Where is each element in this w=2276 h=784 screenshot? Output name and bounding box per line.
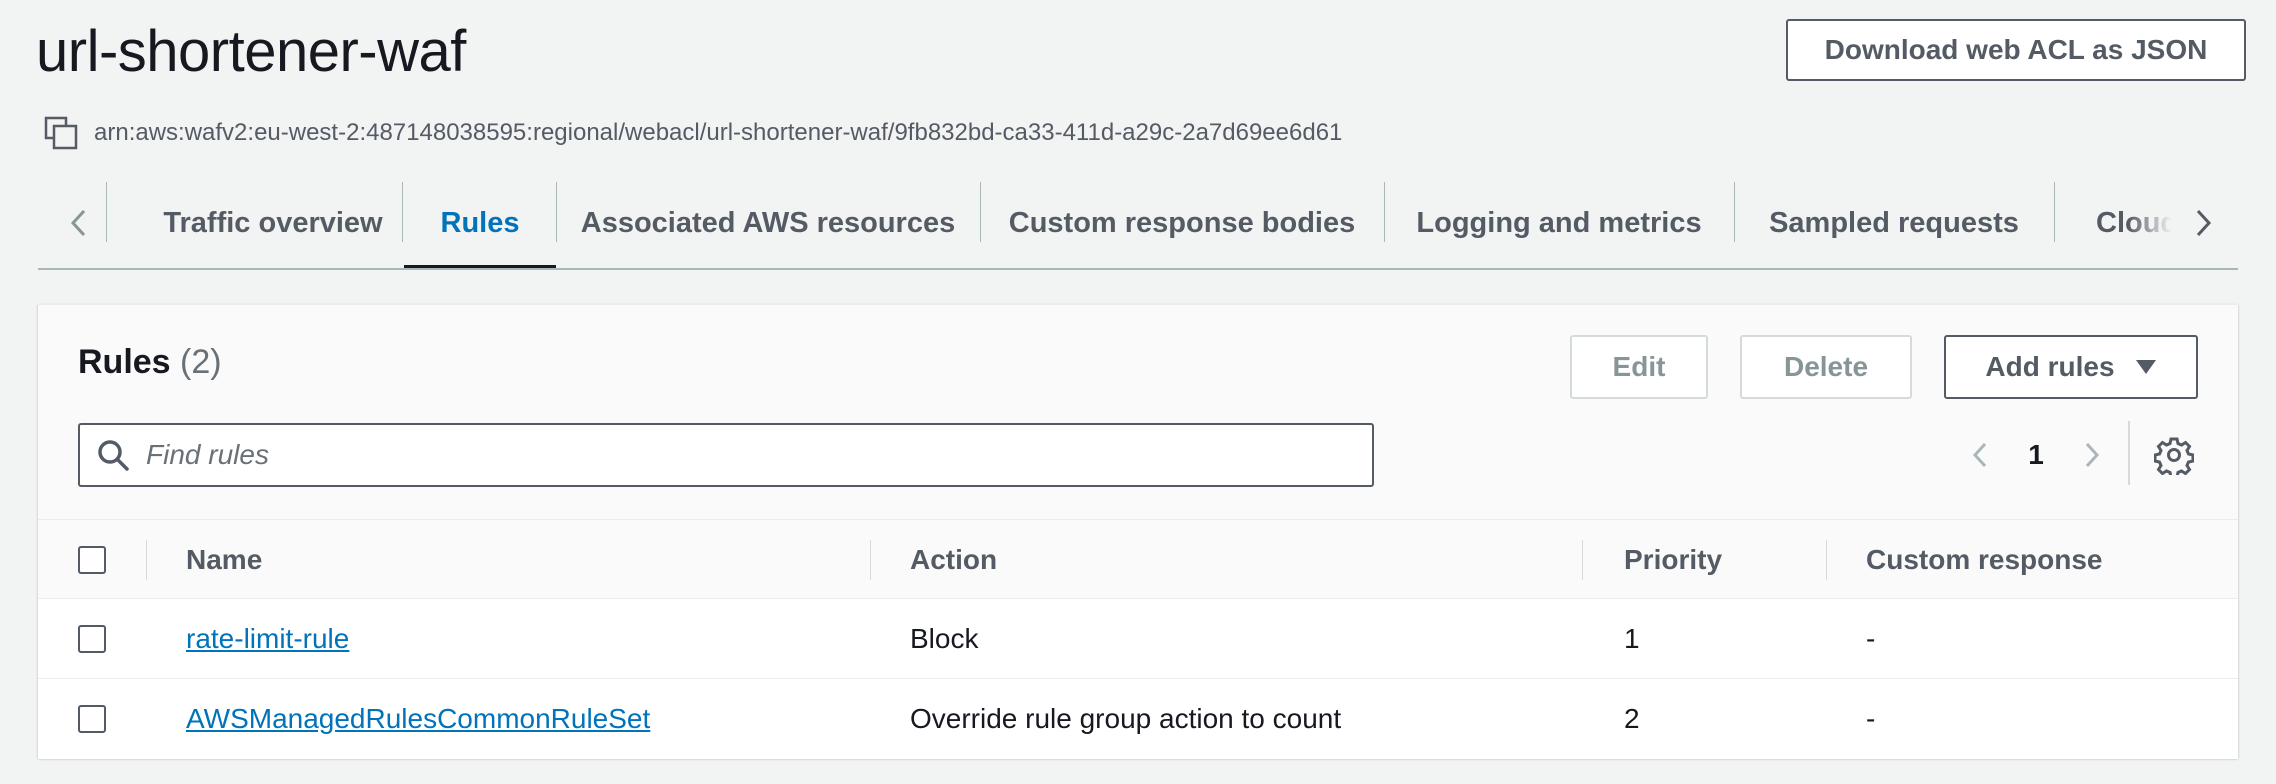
select-all-checkbox[interactable] (78, 546, 106, 574)
column-divider (146, 540, 147, 580)
tab-custom-response-bodies[interactable]: Custom response bodies (980, 178, 1384, 268)
rule-name-link[interactable]: rate-limit-rule (186, 623, 349, 655)
tab-rules[interactable]: Rules (404, 178, 556, 268)
next-page-button[interactable] (2072, 427, 2112, 483)
column-header-custom-response[interactable]: Custom response (1866, 520, 2103, 600)
caret-down-icon (2135, 360, 2156, 374)
tab-divider (402, 182, 403, 242)
pagination: 1 (1960, 427, 2112, 483)
tab-overflow-fade (2128, 178, 2172, 268)
search-icon (98, 440, 129, 471)
prev-page-button[interactable] (1960, 427, 2000, 483)
tab-associated-aws-resources[interactable]: Associated AWS resources (556, 178, 980, 268)
rule-priority: 2 (1624, 703, 1640, 734)
tabs-scroll-left[interactable] (48, 178, 110, 268)
chevron-right-icon (2196, 209, 2212, 237)
rules-panel: Rules (2) Edit Delete Add rules Find rul… (38, 304, 2238, 759)
settings-icon[interactable] (2154, 435, 2194, 475)
tabs-scroll-right[interactable] (2172, 178, 2234, 268)
pager-divider (2128, 421, 2130, 485)
page-title: url-shortener-waf (36, 19, 466, 84)
rules-count: (2) (180, 343, 222, 381)
panel-header: Rules (2) Edit Delete Add rules Find rul… (38, 305, 2238, 519)
column-header-name[interactable]: Name (186, 520, 262, 600)
page-number[interactable]: 1 (2000, 439, 2072, 471)
column-divider (870, 540, 871, 580)
arn-row: arn:aws:wafv2:eu-west-2:487148038595:reg… (44, 116, 1342, 150)
column-header-action[interactable]: Action (910, 520, 997, 600)
search-box[interactable] (78, 423, 1374, 487)
add-rules-label: Add rules (1985, 351, 2115, 382)
rule-custom-response: - (1866, 623, 1876, 654)
column-header-priority[interactable]: Priority (1624, 520, 1722, 600)
tab-sampled-requests[interactable]: Sampled requests (1734, 178, 2054, 268)
rule-priority: 1 (1624, 623, 1640, 654)
chevron-left-icon (70, 209, 86, 237)
table-row: rate-limit-rule Block 1 - (38, 599, 2238, 679)
page: url-shortener-waf Download web ACL as JS… (0, 0, 2276, 784)
rule-name-link[interactable]: AWSManagedRulesCommonRuleSet (186, 703, 650, 735)
arn-text: arn:aws:wafv2:eu-west-2:487148038595:reg… (94, 119, 1343, 146)
add-rules-button[interactable]: Add rules (1944, 335, 2198, 399)
table-header: Name Action Priority Custom response (38, 519, 2238, 599)
tab-traffic-overview[interactable]: Traffic overview (106, 178, 440, 268)
rule-action: Block (910, 623, 979, 654)
row-checkbox[interactable] (78, 625, 106, 653)
search-input[interactable] (146, 439, 1346, 471)
table-row: AWSManagedRulesCommonRuleSet Override ru… (38, 679, 2238, 759)
row-checkbox[interactable] (78, 705, 106, 733)
tab-logging-and-metrics[interactable]: Logging and metrics (1384, 178, 1734, 268)
column-divider (1582, 540, 1583, 580)
chevron-left-icon (1972, 442, 1987, 468)
panel-title-text: Rules (78, 343, 171, 381)
delete-button[interactable]: Delete (1740, 335, 1912, 399)
copy-icon[interactable] (44, 116, 78, 150)
column-divider (1826, 540, 1827, 580)
chevron-right-icon (2085, 442, 2100, 468)
rule-custom-response: - (1866, 703, 1876, 734)
tab-bar: Traffic overview Rules Associated AWS re… (38, 178, 2238, 270)
panel-title: Rules (2) (78, 343, 222, 382)
download-json-button[interactable]: Download web ACL as JSON (1786, 19, 2246, 81)
rule-action: Override rule group action to count (910, 703, 1342, 734)
edit-button[interactable]: Edit (1570, 335, 1708, 399)
